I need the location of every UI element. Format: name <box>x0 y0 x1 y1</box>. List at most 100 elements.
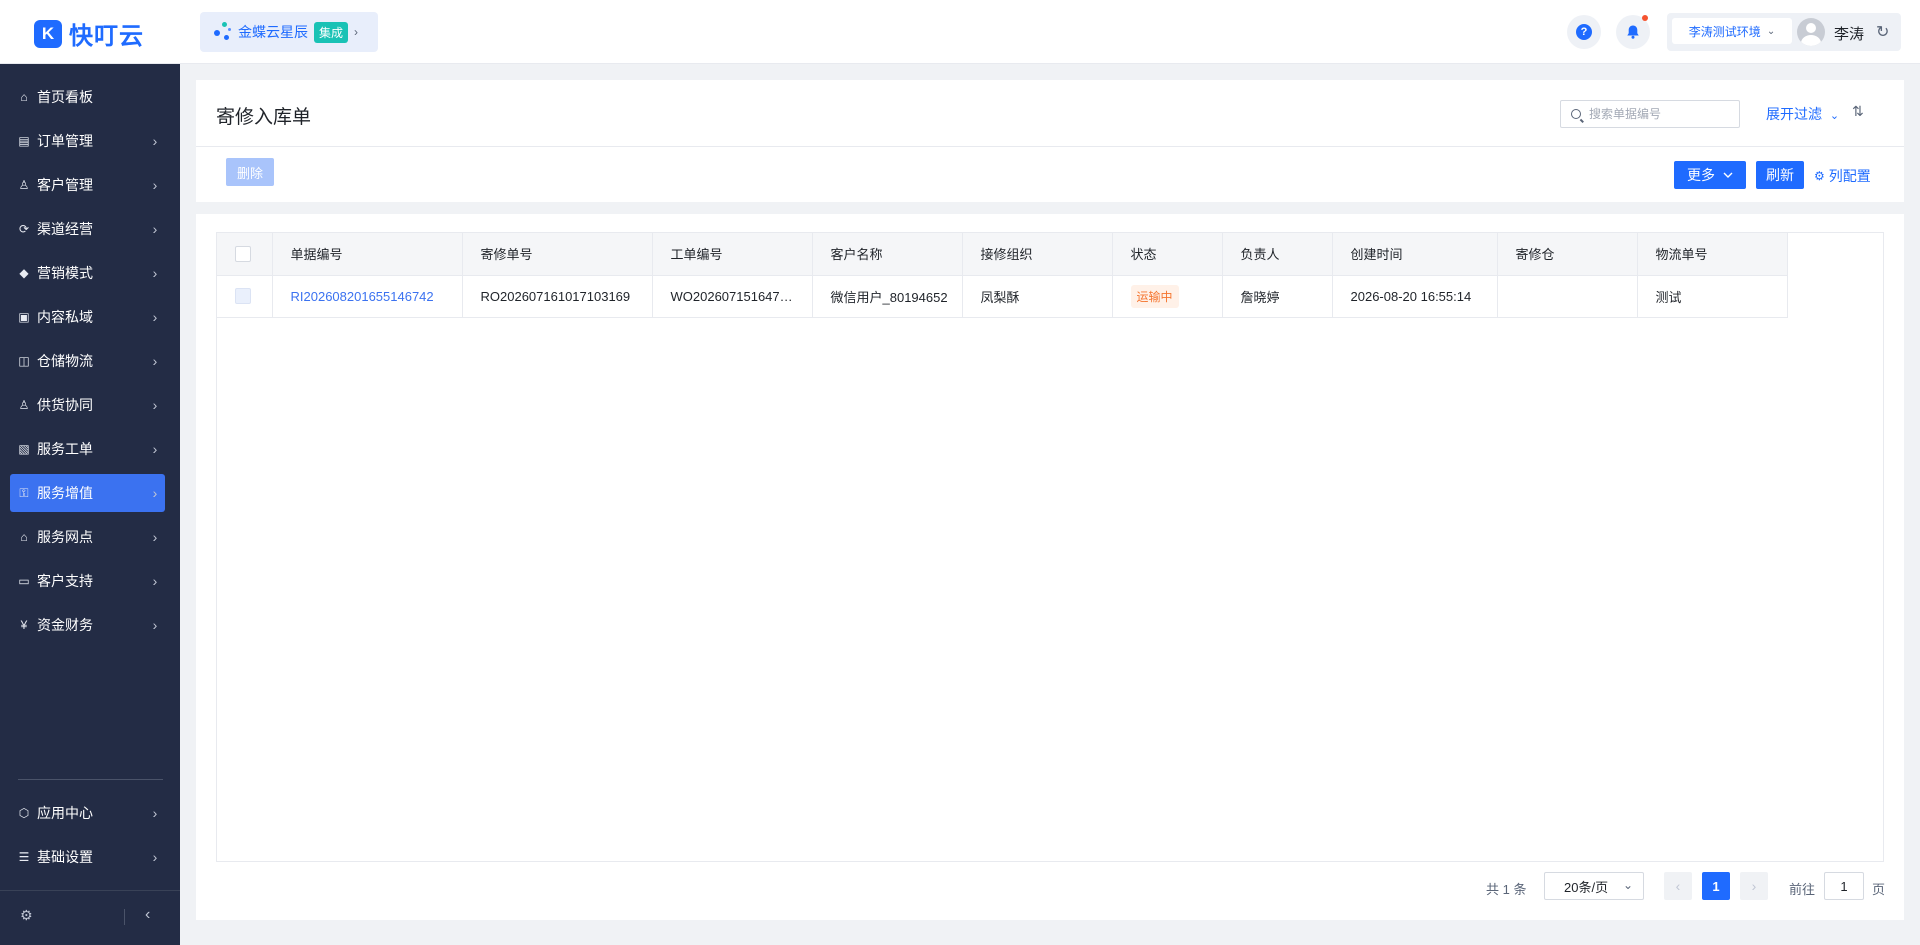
sidebar-item-label: 供货协同 <box>37 397 93 413</box>
sidebar-item-label: 服务网点 <box>37 529 93 545</box>
pagination: 共 1 条 20条/页 ⌄ ‹ 1 › 前往 页 <box>196 870 1904 904</box>
column-header[interactable]: 寄修单号 <box>462 233 653 276</box>
nav-icon: ⚿ <box>19 485 29 500</box>
sidebar-footer: ⚙ ‹ <box>0 890 180 945</box>
chevron-right-icon: › <box>152 849 158 865</box>
sidebar-item-3[interactable]: ⟳ 渠道经营 › <box>10 210 165 248</box>
sidebar-item-10[interactable]: ⌂ 服务网点 › <box>10 518 165 556</box>
sidebar-item-5[interactable]: ▣ 内容私域 › <box>10 298 165 336</box>
expand-filter-button[interactable]: 展开过滤 ⌄ <box>1766 104 1839 124</box>
sidebar-item-b1[interactable]: ☰ 基础设置 › <box>10 838 165 876</box>
select-all-cell <box>217 233 273 276</box>
prev-page-button[interactable]: ‹ <box>1664 872 1692 900</box>
avatar[interactable] <box>1797 18 1825 46</box>
search-input[interactable] <box>1589 107 1729 121</box>
column-header[interactable]: 客户名称 <box>812 233 963 276</box>
refresh-button[interactable]: 刷新 <box>1756 161 1804 189</box>
environment-selector[interactable]: 李涛测试环境 ⌄ <box>1672 18 1792 44</box>
select-all-checkbox[interactable] <box>235 246 251 263</box>
more-button[interactable]: 更多 <box>1674 161 1746 189</box>
table-row[interactable]: RI202608201655146742 RO20260716101710316… <box>217 275 1788 318</box>
row-checkbox[interactable] <box>235 288 251 305</box>
column-header[interactable]: 寄修仓 <box>1497 233 1638 276</box>
sidebar-item-9[interactable]: ⚿ 服务增值 › <box>10 474 165 512</box>
sidebar-item-6[interactable]: ◫ 仓储物流 › <box>10 342 165 380</box>
chevron-right-icon: › <box>152 353 158 369</box>
nav-icon: ⌂ <box>20 530 28 544</box>
bell-icon <box>1627 25 1639 39</box>
logo-text: 快叮云 <box>69 22 144 50</box>
sidebar-item-2[interactable]: ♙ 客户管理 › <box>10 166 165 204</box>
nav-icon: ▭ <box>18 574 30 588</box>
sidebar-item-label: 资金财务 <box>37 617 93 633</box>
column-header[interactable]: 单据编号 <box>272 233 463 276</box>
next-page-button[interactable]: › <box>1740 872 1768 900</box>
settings-gear-icon[interactable]: ⚙ <box>20 907 33 924</box>
row-select-cell <box>217 275 273 318</box>
nav-icon: ¥ <box>20 618 28 632</box>
column-header[interactable]: 接修组织 <box>962 233 1113 276</box>
sidebar-item-label: 服务工单 <box>37 441 93 457</box>
column-config-label: 列配置 <box>1828 168 1871 184</box>
header-divider <box>196 146 1904 147</box>
column-header[interactable]: 负责人 <box>1222 233 1333 276</box>
user-area: 李涛测试环境 ⌄ 李涛 ↻ <box>1667 13 1901 51</box>
data-table-container: 单据编号 寄修单号 工单编号 客户名称 接修组织 状态 负责人 创建时间 寄修仓… <box>216 232 1884 862</box>
chevron-right-icon: › <box>152 177 158 193</box>
sidebar-item-0[interactable]: ⌂ 首页看板 <box>10 78 165 116</box>
sidebar-item-label: 营销模式 <box>37 265 93 281</box>
integration-switcher[interactable]: 金蝶云星辰 集成 › <box>200 12 378 52</box>
sidebar-divider <box>18 779 163 780</box>
doc-no-link[interactable]: RI202608201655146742 <box>291 289 434 304</box>
goto-page-input[interactable] <box>1824 872 1864 900</box>
column-header[interactable]: 工单编号 <box>652 233 813 276</box>
refresh-icon[interactable]: ↻ <box>1876 22 1889 42</box>
sidebar-item-label: 首页看板 <box>37 89 93 105</box>
column-config-button[interactable]: ⚙ 列配置 <box>1814 166 1871 186</box>
page-size-select[interactable]: 20条/页 ⌄ <box>1544 872 1644 900</box>
sidebar-item-11[interactable]: ▭ 客户支持 › <box>10 562 165 600</box>
sidebar: ⌂ 首页看板 ▤ 订单管理 › ♙ 客户管理 › ⟳ 渠道经营 › ◆ 营销模式 › ▣ 内容私域 › ◫ 仓储物流… <box>0 64 180 945</box>
sidebar-item-label: 渠道经营 <box>37 221 93 237</box>
gear-icon: ⚙ <box>1814 169 1825 183</box>
sidebar-item-8[interactable]: ▧ 服务工单 › <box>10 430 165 468</box>
search-icon <box>1571 109 1581 119</box>
warehouse-cell <box>1497 275 1638 318</box>
page-number-current[interactable]: 1 <box>1702 872 1730 900</box>
chevron-right-icon: › <box>152 221 158 237</box>
user-name[interactable]: 李涛 <box>1834 23 1864 44</box>
sidebar-item-label: 服务增值 <box>37 485 93 501</box>
created-time-cell: 2026-08-20 16:55:14 <box>1332 275 1498 318</box>
column-header[interactable]: 创建时间 <box>1332 233 1498 276</box>
chevron-down-icon <box>1723 172 1733 178</box>
delete-button[interactable]: 删除 <box>226 158 274 186</box>
logo-mark-icon: K <box>34 19 62 48</box>
sidebar-item-label: 客户管理 <box>37 177 93 193</box>
chevron-left-icon: ‹ <box>1675 878 1681 894</box>
sidebar-item-4[interactable]: ◆ 营销模式 › <box>10 254 165 292</box>
nav-icon: ⟳ <box>18 222 30 236</box>
environment-label: 李涛测试环境 <box>1688 24 1761 39</box>
nav-icon: ◫ <box>18 354 30 368</box>
app-logo[interactable]: K 快叮云 <box>34 16 144 51</box>
collapse-sidebar-icon[interactable]: ‹ <box>145 906 150 924</box>
chevron-right-icon: › <box>152 265 158 281</box>
sort-icon[interactable]: ⇅ <box>1852 103 1864 120</box>
chevron-right-icon: › <box>354 25 359 39</box>
chevron-right-icon: › <box>152 441 158 457</box>
column-header[interactable]: 物流单号 <box>1637 233 1788 276</box>
column-header[interactable]: 状态 <box>1112 233 1223 276</box>
sidebar-item-12[interactable]: ¥ 资金财务 › <box>10 606 165 644</box>
sidebar-item-b0[interactable]: ⬡ 应用中心 › <box>10 794 165 832</box>
pagination-total: 共 1 条 <box>1486 882 1527 897</box>
notification-button[interactable] <box>1616 15 1650 49</box>
help-button[interactable]: ? <box>1567 15 1601 49</box>
integration-name: 金蝶云星辰 <box>238 24 308 40</box>
sidebar-item-label: 内容私域 <box>37 309 93 325</box>
doc-no-cell[interactable]: RI202608201655146742 <box>272 275 463 318</box>
sidebar-item-7[interactable]: ♙ 供货协同 › <box>10 386 165 424</box>
sidebar-item-1[interactable]: ▤ 订单管理 › <box>10 122 165 160</box>
search-box[interactable] <box>1560 100 1740 128</box>
work-order-no-cell: WO202607151647… <box>652 275 813 318</box>
chevron-right-icon: › <box>152 133 158 149</box>
